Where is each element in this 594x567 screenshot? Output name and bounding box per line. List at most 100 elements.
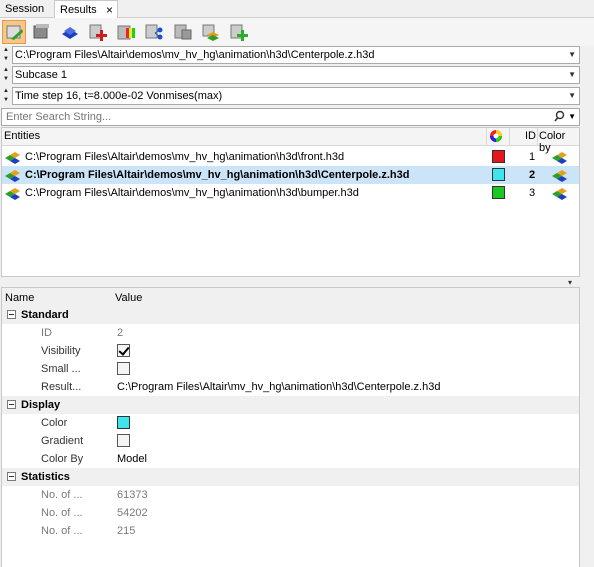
property-row-stat-3: No. of ... 215 — [2, 522, 579, 540]
file-dropdown[interactable]: C:\Program Files\Altair\demos\mv_hv_hg\a… — [12, 46, 580, 64]
timestep-dropdown[interactable]: Time step 16, t=8.000e-02 Vonmises(max) … — [12, 87, 580, 105]
property-name: No. of ... — [41, 489, 83, 501]
file-dropdown-value: C:\Program Files\Altair\demos\mv_hv_hg\a… — [15, 49, 375, 61]
value-column-header[interactable]: Value — [115, 292, 142, 304]
search-input[interactable] — [6, 110, 546, 124]
chevron-down-icon: ▼ — [568, 91, 576, 100]
entity-id: 3 — [529, 187, 536, 199]
close-icon[interactable]: × — [106, 1, 113, 19]
property-row-color: Color — [2, 414, 579, 432]
collapse-chevron-icon[interactable]: ▾ — [568, 278, 572, 287]
entities-header: Entities ID Color by — [2, 128, 579, 154]
property-name: Gradient — [41, 435, 84, 447]
tab-results-label: Results — [60, 4, 97, 16]
color-swatch[interactable] — [492, 186, 505, 199]
timestep-selector-row: ▲ ▼ Time step 16, t=8.000e-02 Vonmises(ma… — [0, 87, 580, 105]
collapse-icon[interactable] — [7, 310, 16, 319]
property-row-id: ID 2 — [2, 324, 579, 342]
contour-icon[interactable] — [114, 20, 138, 44]
model-icon — [4, 150, 22, 167]
add-layer-icon[interactable] — [227, 20, 251, 44]
entity-icon[interactable] — [58, 20, 82, 44]
section-title: Statistics — [21, 471, 70, 483]
properties-header: Name Value — [2, 288, 579, 306]
gradient-checkbox[interactable] — [117, 434, 130, 447]
property-name: No. of ... — [41, 525, 83, 537]
color-by-icon[interactable] — [551, 168, 569, 185]
property-name: Visibility — [41, 345, 81, 357]
property-value: 2 — [117, 327, 124, 339]
id-column-header[interactable]: ID — [525, 130, 536, 142]
color-swatch[interactable] — [117, 416, 130, 429]
search-box: ▼ — [1, 108, 580, 126]
table-row[interactable]: C:\Program Files\Altair\demos\mv_hv_hg\a… — [2, 166, 579, 184]
visibility-checkbox[interactable] — [117, 344, 130, 357]
property-row-gradient: Gradient — [2, 432, 579, 450]
small-checkbox[interactable] — [117, 362, 130, 375]
entity-path: C:\Program Files\Altair\demos\mv_hv_hg\a… — [25, 187, 359, 199]
property-row-small: Small ... — [2, 360, 579, 378]
layer-icon[interactable] — [199, 20, 223, 44]
section-display[interactable]: Display — [2, 396, 579, 414]
chevron-down-icon[interactable]: ▼ — [568, 109, 576, 125]
transform-icon[interactable] — [171, 20, 195, 44]
property-row-result: Result... C:\Program Files\Altair\mv_hv_… — [2, 378, 579, 396]
table-row[interactable]: C:\Program Files\Altair\demos\mv_hv_hg\a… — [2, 184, 579, 202]
subcase-dropdown-value: Subcase 1 — [15, 69, 67, 81]
color-swatch[interactable] — [492, 168, 505, 181]
color-wheel-icon[interactable] — [489, 129, 503, 146]
properties-panel: Name Value Standard ID 2 Visibility Smal… — [1, 287, 580, 567]
add-icon[interactable] — [86, 20, 110, 44]
entity-path: C:\Program Files\Altair\demos\mv_hv_hg\a… — [25, 169, 410, 181]
name-column-header[interactable]: Name — [5, 292, 34, 304]
chevron-down-icon: ▼ — [568, 70, 576, 79]
property-name: Color — [41, 417, 68, 429]
property-value: 215 — [117, 525, 136, 537]
property-value[interactable]: Model — [117, 453, 147, 465]
file-spinner[interactable]: ▲ ▼ — [1, 46, 11, 64]
timestep-spinner[interactable]: ▲ ▼ — [1, 87, 11, 105]
color-by-icon[interactable] — [551, 150, 569, 167]
table-row[interactable]: C:\Program Files\Altair\demos\mv_hv_hg\a… — [2, 148, 579, 166]
property-row-visibility: Visibility — [2, 342, 579, 360]
box-icon[interactable] — [29, 20, 53, 44]
entity-id: 2 — [529, 169, 536, 181]
subcase-dropdown[interactable]: Subcase 1 ▼ — [12, 66, 580, 84]
color-by-icon[interactable] — [551, 186, 569, 203]
toolbar — [0, 18, 594, 46]
property-name: ID — [41, 327, 52, 339]
section-title: Display — [21, 399, 61, 411]
property-row-stat-1: No. of ... 61373 — [2, 486, 579, 504]
property-name: Color By — [41, 453, 84, 465]
entities-panel: Entities ID Color by C:\Program Files\Al… — [1, 127, 580, 277]
property-row-color-by: Color By Model — [2, 450, 579, 468]
section-standard[interactable]: Standard — [2, 306, 579, 324]
pointer-icon[interactable] — [2, 20, 26, 44]
section-statistics[interactable]: Statistics — [2, 468, 579, 486]
collapse-icon[interactable] — [7, 472, 16, 481]
subcase-selector-row: ▲ ▼ Subcase 1 ▼ — [0, 66, 580, 84]
tab-bar: Session Results × — [0, 0, 594, 19]
timestep-dropdown-value: Time step 16, t=8.000e-02 Vonmises(max) — [15, 90, 223, 102]
tab-results[interactable]: Results × — [54, 0, 118, 19]
property-name: No. of ... — [41, 507, 83, 519]
chevron-down-icon: ▼ — [568, 50, 576, 59]
property-value: 61373 — [117, 489, 148, 501]
subcase-spinner[interactable]: ▲ ▼ — [1, 66, 11, 84]
model-icon — [4, 168, 22, 185]
property-value[interactable]: C:\Program Files\Altair\mv_hv_hg\animati… — [117, 381, 440, 393]
property-row-stat-2: No. of ... 54202 — [2, 504, 579, 522]
search-icon[interactable] — [554, 110, 565, 125]
entity-id: 1 — [529, 151, 536, 163]
tab-session[interactable]: Session — [0, 0, 50, 18]
property-name: Result... — [41, 381, 82, 393]
section-title: Standard — [21, 309, 69, 321]
collapse-icon[interactable] — [7, 400, 16, 409]
property-name: Small ... — [41, 363, 81, 375]
color-swatch[interactable] — [492, 150, 505, 163]
property-value: 54202 — [117, 507, 148, 519]
entities-column-header[interactable]: Entities — [4, 130, 40, 142]
file-selector-row: ▲ ▼ C:\Program Files\Altair\demos\mv_hv_h… — [0, 46, 580, 64]
connect-icon[interactable] — [142, 20, 166, 44]
model-icon — [4, 186, 22, 203]
